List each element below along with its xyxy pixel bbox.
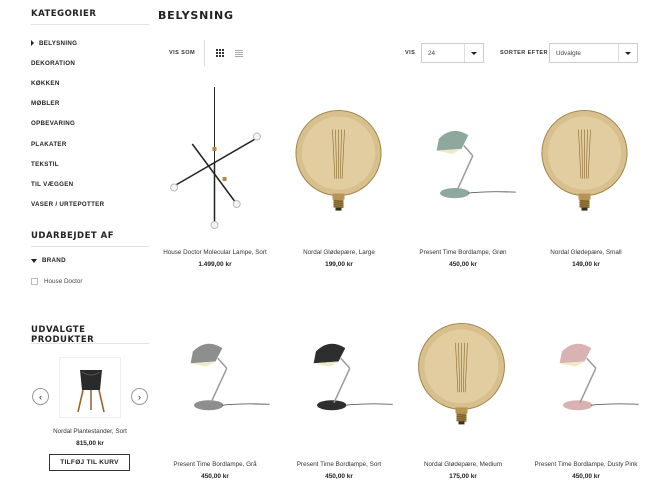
- sort-value: Udvalgte: [556, 49, 581, 57]
- category-item-dekoration[interactable]: DEKORATION: [31, 53, 104, 73]
- caret-down-icon: [31, 258, 37, 263]
- show-label: VIS: [405, 50, 416, 56]
- category-label: TIL VÆGGEN: [31, 180, 74, 188]
- product-price: 1.499,00 kr: [198, 261, 232, 268]
- divider: [31, 24, 149, 25]
- selected-products-heading: UDVALGTE PRODUKTER: [31, 325, 95, 345]
- product-image[interactable]: [164, 87, 265, 237]
- category-item-tekstil[interactable]: TEKSTIL: [31, 154, 104, 174]
- category-label: KØKKEN: [31, 79, 60, 87]
- categories-heading: KATEGORIER: [31, 9, 97, 19]
- checkbox[interactable]: [31, 278, 38, 285]
- chevron-down-icon: [464, 44, 483, 62]
- product-name[interactable]: Present Time Bordlampe, Grå: [153, 461, 277, 468]
- product-image[interactable]: [159, 333, 272, 417]
- product-price: 175,00 kr: [449, 473, 477, 480]
- product-price: 199,00 kr: [325, 261, 353, 268]
- add-to-cart-button[interactable]: TILFØJ TIL KURV: [49, 454, 130, 471]
- category-label: TEKSTIL: [31, 160, 59, 168]
- product-price: 149,00 kr: [572, 261, 600, 268]
- brand-filter-toggle[interactable]: BRAND: [31, 257, 66, 264]
- category-label: PLAKATER: [31, 140, 67, 148]
- product-image[interactable]: [528, 106, 641, 218]
- selected-product-name[interactable]: Nordal Plantestander, Sort: [31, 428, 149, 435]
- product-image[interactable]: [405, 319, 518, 432]
- divider: [31, 343, 149, 344]
- category-item-vaser[interactable]: VASER / URTEPOTTER: [31, 195, 104, 215]
- product-image[interactable]: [282, 106, 395, 218]
- per-page-value: 24: [428, 49, 436, 57]
- product-name[interactable]: Present Time Bordlampe, Grøn: [401, 249, 525, 256]
- product-name[interactable]: Nordal Glødepære, Large: [277, 249, 401, 256]
- product-price: 450,00 kr: [201, 473, 229, 480]
- product-name[interactable]: Present Time Bordlampe, Sort: [277, 461, 401, 468]
- selected-product-price: 815,00 kr: [76, 440, 104, 447]
- product-name[interactable]: Nordal Glødepære, Small: [524, 249, 648, 256]
- product-name[interactable]: House Doctor Molecular Lampe, Sort: [153, 249, 277, 256]
- sort-select[interactable]: Udvalgte: [549, 43, 638, 63]
- category-item-mobler[interactable]: MØBLER: [31, 94, 104, 114]
- product-name[interactable]: Present Time Bordlampe, Dusty Pink: [524, 461, 648, 468]
- product-image[interactable]: [528, 333, 641, 417]
- brand-label: BRAND: [42, 257, 66, 264]
- chevron-down-icon: [618, 44, 637, 62]
- carousel-prev-button[interactable]: ‹: [32, 388, 49, 405]
- made-by-heading: UDARBEJDET AF: [31, 231, 115, 241]
- category-item-opbevaring[interactable]: OPBEVARING: [31, 114, 104, 134]
- brand-option-label: House Doctor: [44, 278, 83, 285]
- divider: [204, 40, 205, 66]
- chevron-left-icon: ‹: [39, 391, 42, 402]
- sort-label: SORTER EFTER: [500, 50, 548, 56]
- product-name[interactable]: Nordal Glødepære, Medium: [401, 461, 525, 468]
- selected-product-image[interactable]: [59, 357, 121, 418]
- category-label: MØBLER: [31, 100, 60, 108]
- category-item-plakater[interactable]: PLAKATER: [31, 134, 104, 154]
- product-image[interactable]: [405, 120, 518, 205]
- view-as-label: VIS SOM: [169, 50, 196, 56]
- category-label: OPBEVARING: [31, 120, 76, 128]
- divider: [31, 246, 149, 247]
- list-view-icon[interactable]: [235, 50, 243, 57]
- product-price: 450,00 kr: [325, 473, 353, 480]
- carousel-next-button[interactable]: ›: [131, 388, 148, 405]
- grid-view-icon[interactable]: [216, 49, 224, 57]
- category-item-til-vaeggen[interactable]: TIL VÆGGEN: [31, 174, 104, 194]
- product-price: 450,00 kr: [449, 261, 477, 268]
- category-label: DEKORATION: [31, 59, 76, 67]
- product-image[interactable]: [282, 333, 395, 417]
- product-price: 450,00 kr: [572, 473, 600, 480]
- brand-option-house-doctor[interactable]: House Doctor: [31, 278, 83, 285]
- category-item-kokken[interactable]: KØKKEN: [31, 73, 104, 93]
- per-page-select[interactable]: 24: [421, 43, 484, 63]
- category-label: BELYSNING: [39, 39, 78, 47]
- caret-right-icon: [31, 40, 34, 47]
- page-title: BELYSNING: [158, 9, 234, 22]
- category-item-belysning[interactable]: BELYSNING: [31, 33, 104, 53]
- category-list: BELYSNING DEKORATION KØKKEN MØBLER OPBEV…: [31, 33, 104, 215]
- category-label: VASER / URTEPOTTER: [31, 201, 105, 209]
- chevron-right-icon: ›: [138, 391, 141, 402]
